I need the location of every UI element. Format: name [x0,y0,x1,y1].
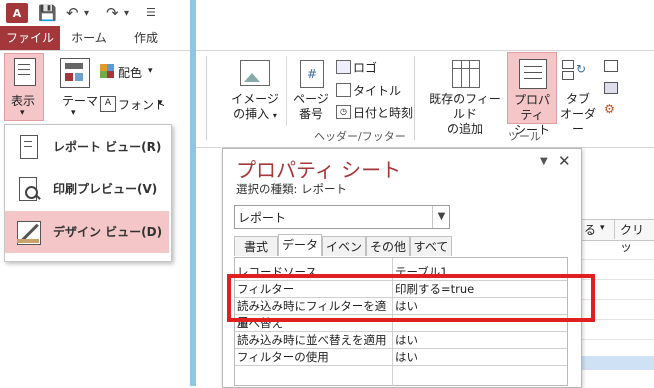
tab-data[interactable]: データ [278,234,322,256]
property-row[interactable]: 読み込み時に並べ替えを適用 はい [235,332,567,349]
background-column-1: る [584,223,597,237]
fonts-icon: A [100,96,116,112]
tab-order-icon[interactable]: ↻ [562,58,586,82]
page-number-button[interactable]: ページ 番号 [290,92,332,122]
view-code-icon[interactable] [604,82,618,94]
add-fields-icon[interactable] [452,60,480,88]
page-number-icon[interactable]: # [300,60,324,88]
property-sheet-button[interactable]: プロパティ シート [507,52,557,137]
tab-all[interactable]: すべて [410,236,452,256]
design-view-icon [15,219,41,245]
access-app-icon: A [6,3,28,23]
redo-dropdown-icon[interactable]: ▾ [124,8,129,19]
property-sheet-label-1: プロパティ [513,93,550,122]
date-time-icon: ◷ [336,105,351,119]
tab-other[interactable]: その他 [366,236,410,256]
tab-format[interactable]: 書式 [234,236,278,256]
background-selected-row [580,356,654,370]
background-row [580,240,654,260]
ribbon-separator [286,56,287,126]
subreport-icon[interactable] [604,60,618,72]
colors-icon [100,64,114,78]
print-preview-label: 印刷プレビュー(V) [53,182,158,196]
undo-icon[interactable]: ↶ [66,4,79,22]
header-footer-group-label: ヘッダー/フッター [314,130,406,143]
menu-item-report-view[interactable]: レポート ビュー(R) [5,126,169,168]
property-value[interactable]: はい [395,349,565,365]
colors-button[interactable]: 配色 [118,64,142,81]
colors-dropdown-icon[interactable]: ▾ [148,66,153,76]
theme-dropdown-icon[interactable]: ▾ [71,108,76,118]
object-selector-value: レポート [238,211,287,225]
view-label: 表示 [11,94,36,108]
property-sheet-title: プロパティ シート [236,158,402,182]
fonts-dropdown-icon[interactable]: ▾ [158,98,163,108]
close-icon[interactable]: ✕ [558,152,571,170]
ribbon-separator [206,56,207,140]
property-sheet-icon [519,59,547,89]
tab-file[interactable]: ファイル [0,26,60,50]
print-preview-icon [15,176,41,202]
logo-button[interactable]: ロゴ [353,59,377,76]
tab-home[interactable]: ホーム [62,26,116,50]
property-name: 読み込み時に並べ替えを適用 [237,333,387,347]
ribbon-separator [414,56,415,140]
tab-order-label-1: タブ [565,92,590,106]
logo-icon [336,60,351,74]
convert-macro-icon[interactable]: ⚙ [604,102,615,116]
title-bar [0,0,190,26]
add-fields-label-2: の追加 [446,122,483,136]
view-dropdown-icon: ▾ [20,108,25,118]
image-insert-icon[interactable] [240,60,270,86]
property-row[interactable]: フィルターの使用 はい [235,349,567,366]
tab-order-button[interactable]: タブ オーダー [555,92,601,137]
report-view-icon [15,134,41,160]
redo-icon[interactable]: ↷ [106,4,119,22]
page-number-label-2: 番号 [298,107,323,121]
design-view-label: デザイン ビュー(D) [53,225,163,239]
theme-label[interactable]: テーマ [62,92,98,109]
background-row [580,320,654,340]
selection-type: 選択の種類: レポート [236,182,348,196]
add-fields-button[interactable]: 既存のフィールド の追加 [424,92,506,137]
add-fields-label-1: 既存のフィールド [429,92,501,121]
theme-icon[interactable] [60,58,90,88]
save-icon[interactable]: 💾 [38,4,57,22]
title-button[interactable]: タイトル [353,82,401,99]
image-insert-label-2: の挿入 ▾ [233,107,277,121]
tab-create[interactable]: 作成 [120,26,172,50]
undo-dropdown-icon[interactable]: ▾ [84,8,89,19]
property-name: フィルターの使用 [237,350,329,364]
title-icon [336,83,351,97]
image-insert-button[interactable]: イメージ の挿入 ▾ [230,92,280,123]
menu-item-print-preview[interactable]: 印刷プレビュー(V) [5,168,169,210]
report-view-label: レポート ビュー(R) [53,140,162,154]
pane-options-icon[interactable]: ▼ [540,156,548,167]
highlight-annotation [227,274,595,322]
image-insert-label-1: イメージ [231,92,279,106]
date-time-button[interactable]: 日付と時刻 [353,104,413,121]
page-number-label-1: ページ [293,92,329,106]
customize-qat-icon[interactable]: ☰ [146,6,156,19]
view-button[interactable]: 表示 ▾ [4,53,44,121]
tab-event[interactable]: イベント [322,236,366,274]
tab-order-label-2: オーダー [559,107,596,136]
view-icon [14,58,36,86]
tools-group-label: ツール [508,130,541,143]
chevron-down-icon[interactable]: ▼ [432,206,450,228]
property-value[interactable]: はい [395,332,565,348]
background-column-separator [614,219,615,239]
background-column-dropdown-icon[interactable]: ▾ [600,223,605,233]
menu-item-design-view[interactable]: デザイン ビュー(D) [5,211,169,253]
